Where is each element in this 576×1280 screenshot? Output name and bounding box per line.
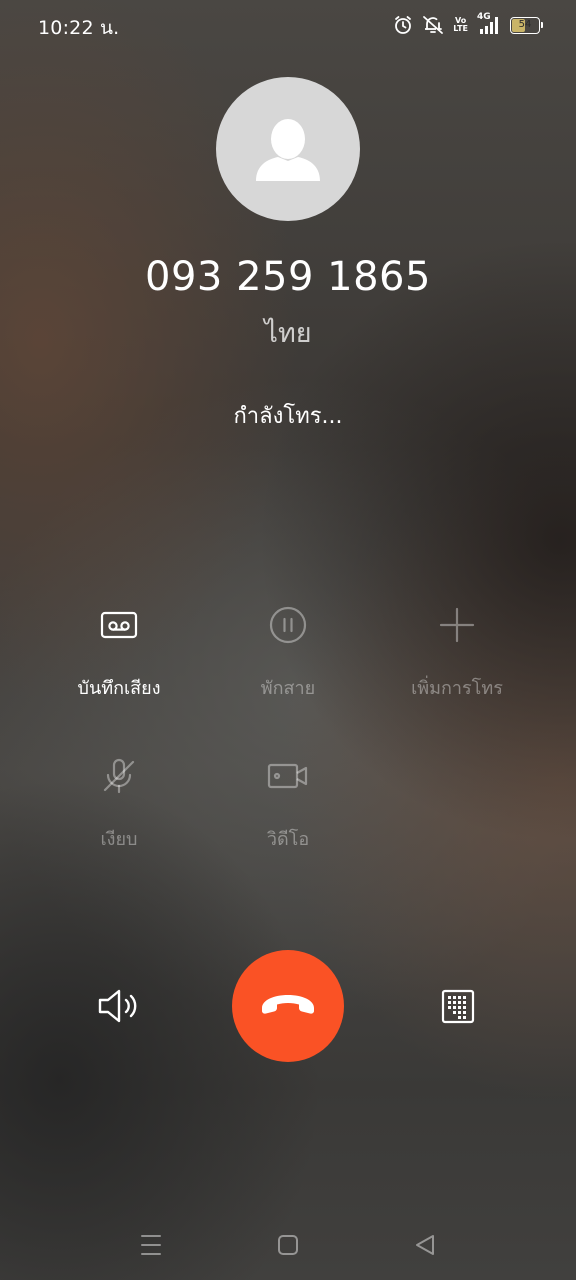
battery-level: 54 xyxy=(518,19,532,30)
mute-button[interactable]: เงียบ xyxy=(34,754,204,864)
volte-icon: Vo LTE xyxy=(453,17,468,33)
video-label: วิดีโอ xyxy=(266,829,310,850)
phone-number: 093 259 1865 xyxy=(145,254,431,300)
contact-avatar xyxy=(216,77,360,221)
hold-label: พักสาย xyxy=(260,678,316,699)
nav-home-button[interactable] xyxy=(268,1225,308,1265)
mic-off-icon xyxy=(97,754,141,798)
end-call-button[interactable] xyxy=(232,950,344,1062)
video-button[interactable]: วิดีโอ xyxy=(203,754,373,864)
status-bar: 10:22 น. Vo LTE 4G 54 xyxy=(0,0,576,52)
home-icon xyxy=(278,1235,298,1255)
signal-icon: 4G xyxy=(477,12,501,36)
record-button[interactable]: บันทึกเสียง xyxy=(34,603,204,713)
person-icon xyxy=(256,119,320,181)
speaker-icon xyxy=(98,989,137,1023)
pause-icon xyxy=(266,603,310,647)
status-time: 10:22 น. xyxy=(38,17,120,39)
battery-icon: 54 xyxy=(510,16,543,34)
speaker-button[interactable] xyxy=(88,976,148,1036)
nav-menu-button[interactable] xyxy=(131,1225,171,1265)
call-status: กำลังโทร... xyxy=(233,404,343,429)
mute-label: เงียบ xyxy=(100,829,138,850)
record-label: บันทึกเสียง xyxy=(77,678,161,699)
end-call-icon xyxy=(262,995,314,1014)
add-call-label: เพิ่มการโทร xyxy=(411,678,503,699)
mute-icon xyxy=(422,15,444,35)
keypad-button[interactable] xyxy=(428,976,488,1036)
volte-bottom-label: LTE xyxy=(453,24,468,33)
back-icon xyxy=(416,1235,434,1255)
menu-icon xyxy=(141,1235,161,1255)
hold-button[interactable]: พักสาย xyxy=(203,603,373,713)
add-call-button[interactable]: เพิ่มการโทร xyxy=(372,603,542,713)
alarm-icon xyxy=(393,15,413,35)
add-call-icon xyxy=(435,603,479,647)
video-icon xyxy=(266,754,310,798)
nav-back-button[interactable] xyxy=(405,1225,445,1265)
record-icon xyxy=(97,603,141,647)
keypad-icon xyxy=(441,989,475,1024)
status-icons: Vo LTE 4G 54 xyxy=(393,12,543,36)
caller-location: ไทย xyxy=(264,318,312,349)
